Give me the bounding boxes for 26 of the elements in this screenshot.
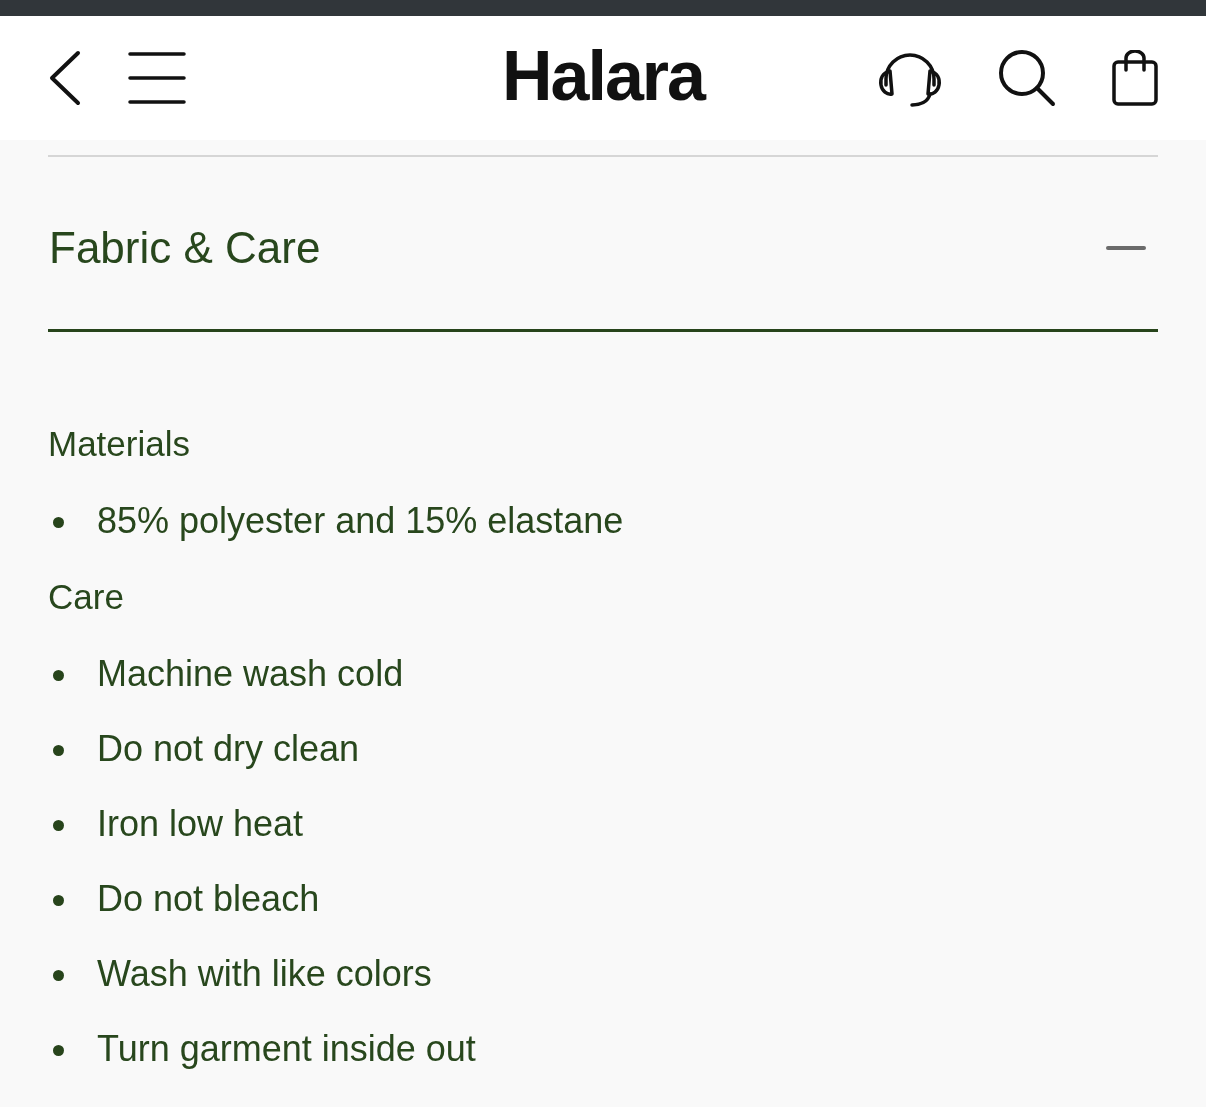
bullet-icon <box>53 969 64 981</box>
menu-button[interactable] <box>128 51 186 105</box>
list-item-text: Wash with like colors <box>97 951 432 996</box>
bullet-icon <box>53 744 64 756</box>
list-item-text: Iron low heat <box>97 801 304 846</box>
back-button[interactable] <box>48 50 82 106</box>
bullet-icon <box>53 1044 64 1056</box>
list-item-text: Do not bleach <box>97 876 320 921</box>
back-chevron-icon <box>48 50 82 106</box>
group-heading: Care <box>48 575 124 618</box>
search-button[interactable] <box>998 49 1056 107</box>
list-item-text: Do not dry clean <box>97 726 360 771</box>
list-item-text: Machine wash cold <box>97 651 404 696</box>
bullet-icon <box>53 516 64 528</box>
list-item-text: Turn garment inside out <box>97 1026 476 1071</box>
search-icon <box>998 49 1056 107</box>
bullet-icon <box>53 669 64 681</box>
fabric-care-toggle[interactable]: Fabric & Care <box>48 157 1158 329</box>
group-heading: Materials <box>48 422 190 465</box>
brand-logo[interactable]: Halara <box>501 41 704 115</box>
menu-icon <box>128 51 186 105</box>
list-item-text: 85% polyester and 15% elastane <box>97 498 624 543</box>
bullet-icon <box>53 894 64 906</box>
cart-button[interactable] <box>1112 50 1158 106</box>
bullet-icon <box>53 819 64 831</box>
shopping-bag-icon <box>1112 50 1158 106</box>
